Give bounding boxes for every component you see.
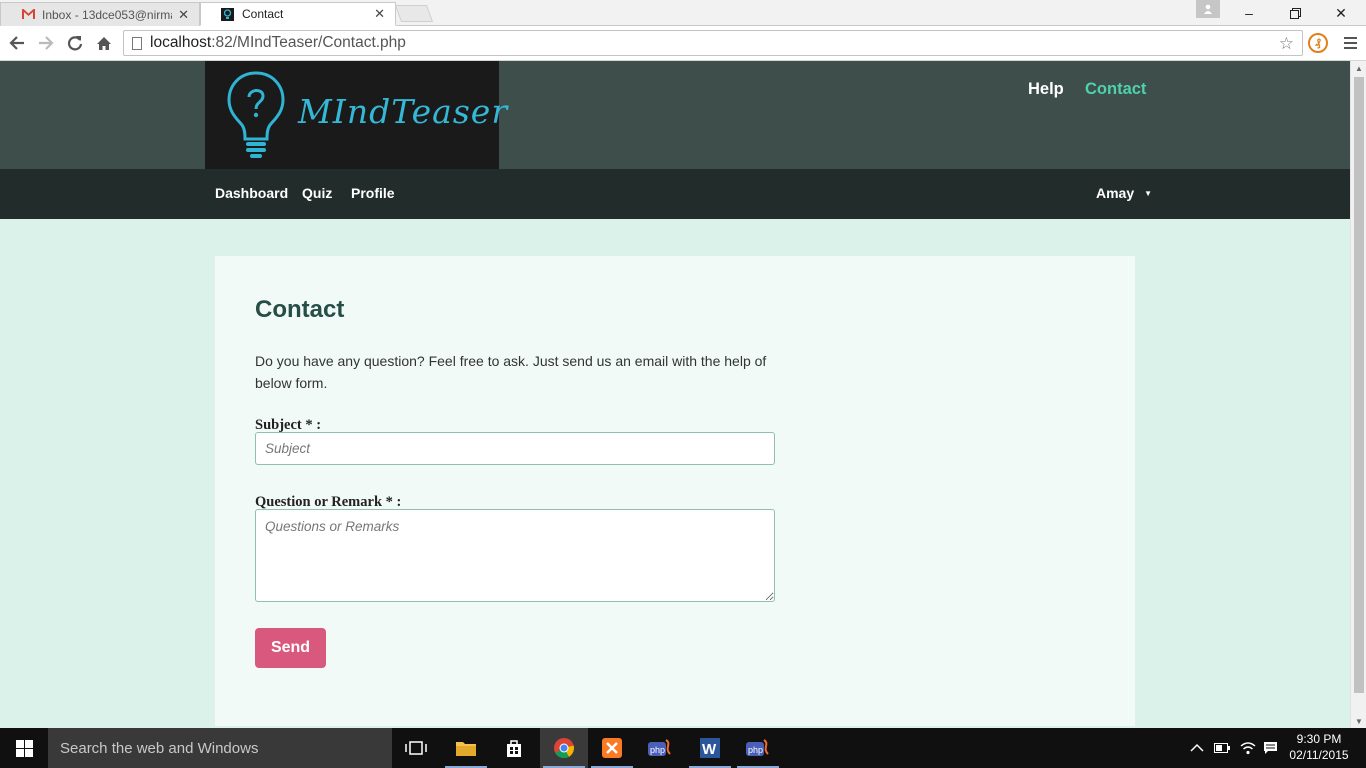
clock-date: 02/11/2015 bbox=[1289, 748, 1349, 762]
close-icon[interactable]: ✕ bbox=[374, 6, 385, 22]
nav-profile[interactable]: Profile bbox=[351, 185, 395, 201]
windows-start-icon[interactable] bbox=[0, 728, 48, 768]
home-icon[interactable] bbox=[92, 32, 116, 54]
page-title: Contact bbox=[255, 296, 345, 323]
user-menu[interactable]: Amay ▼ bbox=[1096, 185, 1152, 201]
contact-intro: Do you have any question? Feel free to a… bbox=[255, 353, 767, 391]
taskbar-search-input[interactable]: Search the web and Windows bbox=[48, 728, 392, 768]
profile-icon[interactable] bbox=[1196, 0, 1220, 18]
browser-tab-strip: Inbox - 13dce053@nirma ✕ Contact ✕ – ✕ bbox=[0, 0, 1366, 26]
scroll-down-icon[interactable]: ▼ bbox=[1355, 717, 1363, 726]
chevron-down-icon: ▼ bbox=[1144, 188, 1153, 198]
phpstorm-icon[interactable]: php bbox=[734, 728, 782, 768]
tab-contact[interactable]: Contact ✕ bbox=[200, 2, 396, 26]
svg-text:W: W bbox=[702, 741, 717, 758]
svg-text:php: php bbox=[748, 745, 763, 755]
extension-icon[interactable]: ₰ bbox=[1308, 33, 1328, 53]
browser-toolbar: localhost:82/MIndTeaser/Contact.php ☆ ₰ bbox=[0, 26, 1366, 61]
action-center-icon[interactable] bbox=[1263, 728, 1278, 768]
nav-quiz[interactable]: Quiz bbox=[302, 185, 332, 201]
clock-time: 9:30 PM bbox=[1296, 732, 1342, 746]
windows-taskbar: Search the web and Windows php W php 9:3… bbox=[0, 728, 1366, 768]
page-scrollbar[interactable]: ▲ ▼ bbox=[1350, 61, 1366, 728]
nav-dashboard[interactable]: Dashboard bbox=[215, 185, 288, 201]
word-icon[interactable]: W bbox=[686, 728, 734, 768]
site-favicon bbox=[221, 7, 236, 21]
new-tab-button[interactable] bbox=[394, 5, 434, 22]
star-icon[interactable]: ☆ bbox=[1279, 34, 1294, 54]
page-viewport: MIndTeaser Help Contact Dashboard Quiz P… bbox=[0, 61, 1350, 728]
logo-text: MIndTeaser bbox=[298, 92, 509, 131]
question-textarea[interactable] bbox=[255, 509, 775, 602]
scroll-up-icon[interactable]: ▲ bbox=[1355, 64, 1363, 73]
minimize-icon[interactable]: – bbox=[1226, 0, 1272, 26]
tab-title: Inbox - 13dce053@nirma bbox=[42, 7, 173, 22]
store-icon[interactable] bbox=[490, 728, 538, 768]
taskbar-clock[interactable]: 9:30 PM 02/11/2015 bbox=[1284, 731, 1354, 763]
close-icon[interactable]: ✕ bbox=[178, 7, 189, 23]
show-hidden-icons-icon[interactable] bbox=[1190, 728, 1204, 768]
contact-link[interactable]: Contact bbox=[1085, 80, 1146, 99]
task-view-icon[interactable] bbox=[392, 728, 440, 768]
window-close-icon[interactable]: ✕ bbox=[1318, 0, 1364, 26]
lightbulb-logo-icon bbox=[227, 71, 285, 158]
chrome-menu-icon[interactable] bbox=[1340, 32, 1360, 54]
restore-icon[interactable] bbox=[1272, 0, 1318, 26]
battery-icon[interactable] bbox=[1214, 728, 1230, 768]
help-link[interactable]: Help bbox=[1028, 80, 1064, 99]
tab-inbox[interactable]: Inbox - 13dce053@nirma ✕ bbox=[0, 2, 200, 26]
subject-input[interactable] bbox=[255, 432, 775, 465]
phpstorm-icon[interactable]: php bbox=[636, 728, 684, 768]
site-logo[interactable]: MIndTeaser bbox=[205, 61, 507, 169]
reload-icon[interactable] bbox=[63, 32, 87, 54]
tab-title: Contact bbox=[242, 7, 284, 21]
contact-card: Contact Do you have any question? Feel f… bbox=[215, 256, 1135, 726]
forward-icon[interactable] bbox=[34, 32, 58, 54]
scrollbar-thumb[interactable] bbox=[1354, 77, 1364, 693]
wifi-icon[interactable] bbox=[1240, 728, 1256, 768]
address-bar[interactable]: localhost:82/MIndTeaser/Contact.php ☆ bbox=[123, 30, 1303, 56]
site-header: MIndTeaser Help Contact bbox=[0, 61, 1350, 169]
back-icon[interactable] bbox=[5, 32, 29, 54]
gmail-icon bbox=[21, 8, 36, 21]
main-nav: Dashboard Quiz Profile Amay ▼ bbox=[0, 169, 1350, 219]
file-explorer-icon[interactable] bbox=[442, 728, 490, 768]
svg-text:php: php bbox=[650, 745, 665, 755]
xampp-icon[interactable] bbox=[588, 728, 636, 768]
send-button[interactable]: Send bbox=[255, 628, 326, 668]
user-name: Amay bbox=[1096, 185, 1135, 201]
url-text: localhost:82/MIndTeaser/Contact.php bbox=[150, 34, 406, 51]
chrome-icon[interactable] bbox=[540, 728, 588, 768]
page-icon bbox=[132, 36, 142, 50]
